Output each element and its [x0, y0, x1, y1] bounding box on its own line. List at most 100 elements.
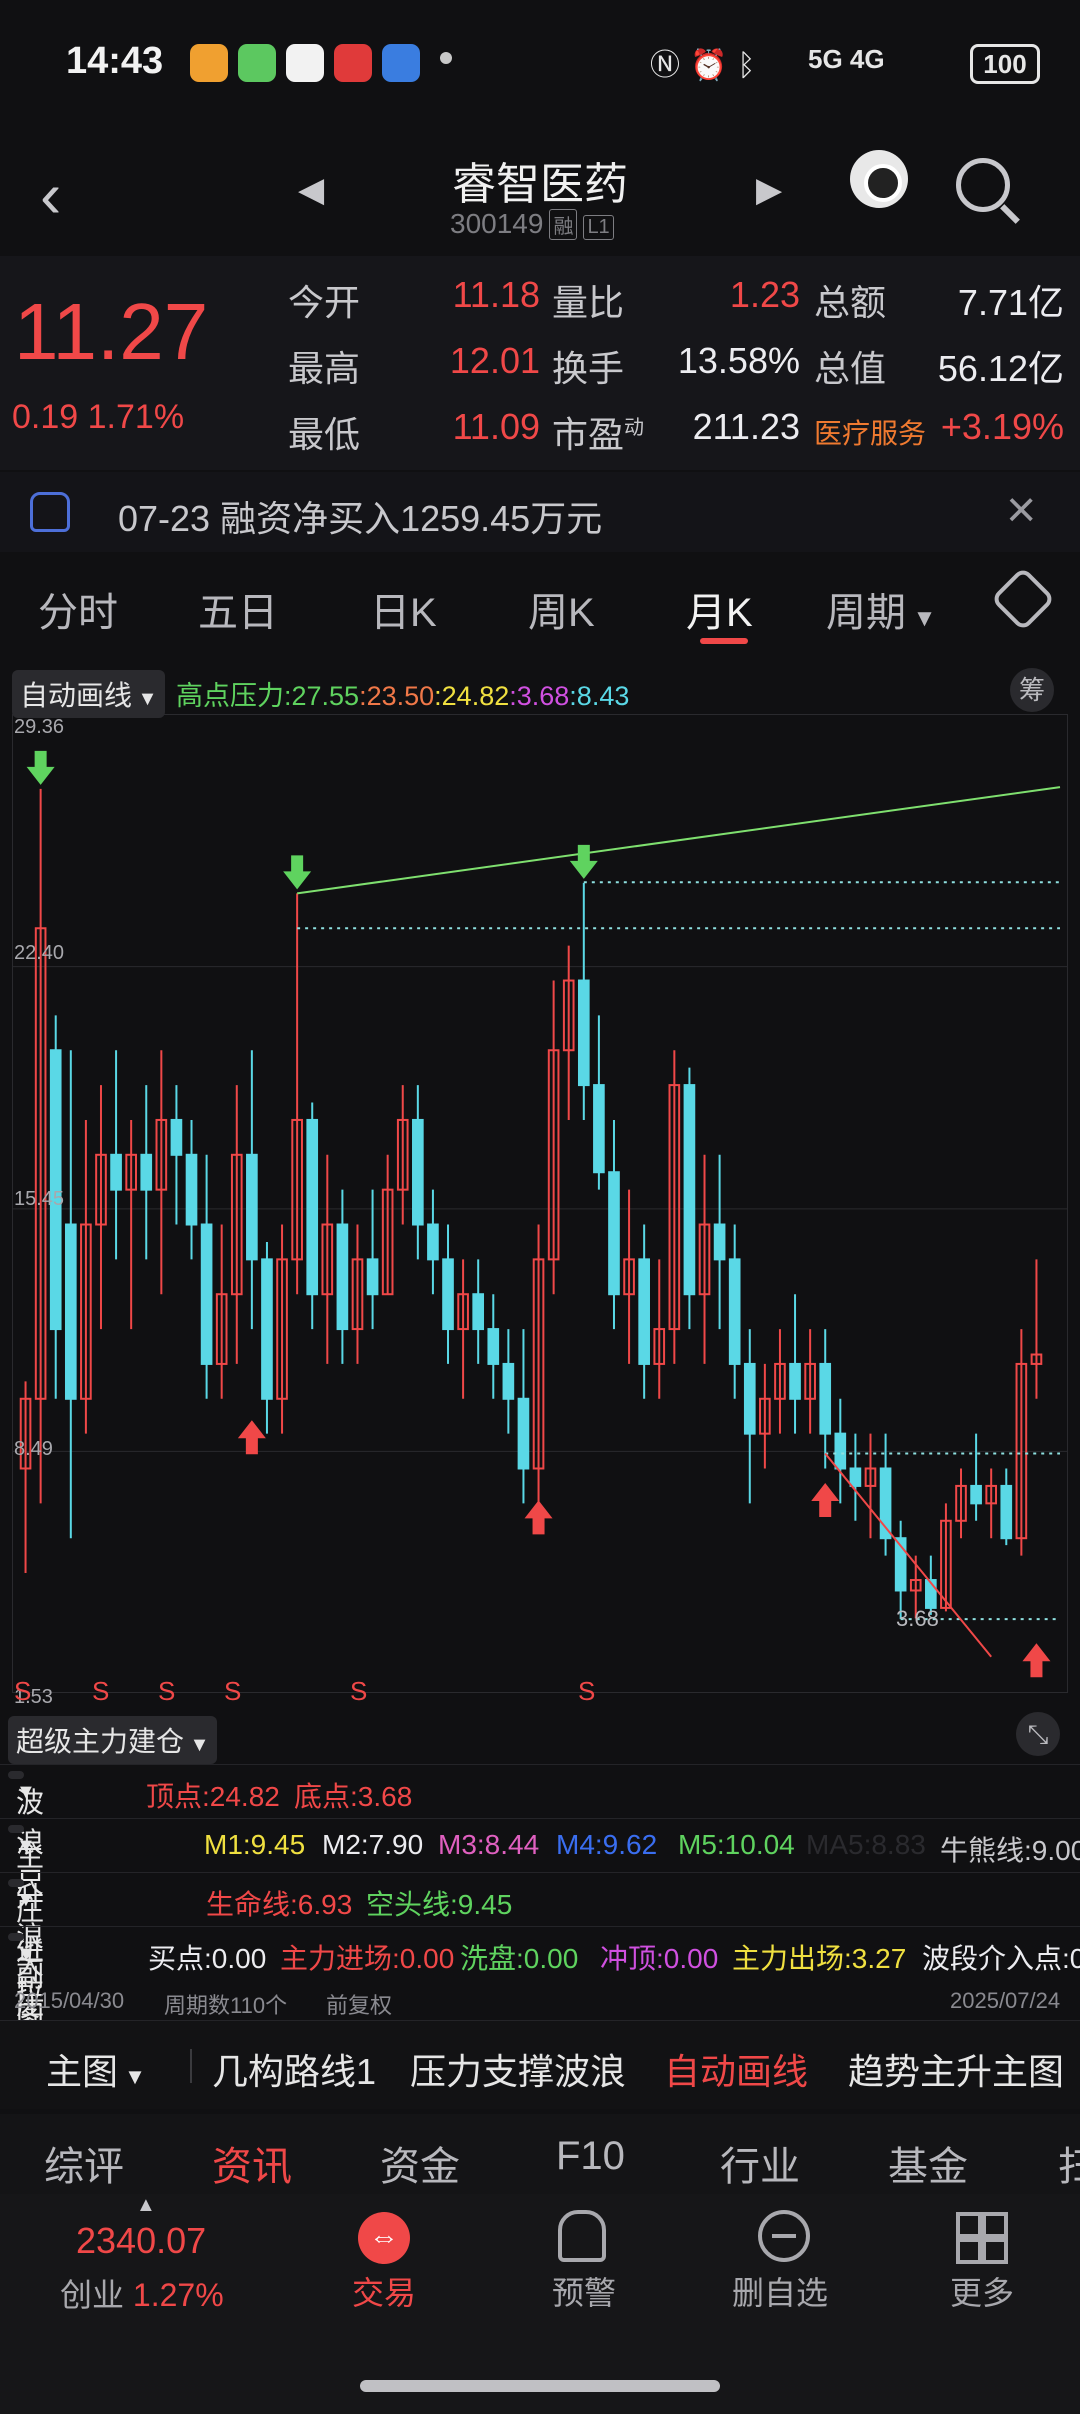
candle-body — [185, 1153, 198, 1226]
candle-body — [170, 1118, 183, 1156]
grid-icon[interactable] — [956, 2212, 1008, 2264]
sub-indicator-row: 大庄家 ▼ 买点:0.00 主力进场:0.00 洗盘:0.00 冲顶:0.00 … — [0, 1926, 1080, 2060]
sub-indicator-selector-zhuangjin[interactable]: 庄进拉升新 ▼ — [8, 1879, 44, 2086]
nav-delete[interactable]: 删自选 — [732, 2268, 828, 2314]
candle-body — [819, 1362, 832, 1435]
tab-more[interactable]: 扫 — [1058, 2134, 1080, 2192]
signal-indicator: 5G 4G — [808, 44, 885, 74]
toolbar-item-active[interactable]: 自动画线 — [664, 2043, 808, 2095]
candle-body — [713, 1223, 726, 1261]
tab-f10[interactable]: F10 — [556, 2134, 625, 2179]
settings-icon[interactable] — [990, 566, 1056, 632]
sector-link[interactable]: 医疗服务 — [814, 412, 926, 452]
resistance-line — [296, 786, 1061, 895]
remove-icon[interactable] — [758, 2210, 810, 2262]
index-info[interactable]: 创业 1.27% — [60, 2270, 224, 2316]
tab-five-day[interactable]: 五日 — [198, 580, 278, 638]
candle-body — [427, 1223, 439, 1261]
tab-summary[interactable]: 综评 — [44, 2134, 124, 2192]
candle-body — [412, 1118, 424, 1226]
main-chart-label: 主图 — [46, 2051, 119, 2092]
low-arrow-icon — [237, 1420, 266, 1455]
sub-indicator-name: 超级主力建仓 — [16, 1726, 185, 1757]
nav-more[interactable]: 更多 — [950, 2268, 1014, 2314]
candle-body — [140, 1153, 153, 1191]
sub-indicator-selector-chaoji[interactable]: 超级主力建仓 ▼ — [8, 1716, 218, 1764]
trade-icon[interactable]: ⇔ — [358, 2212, 410, 2264]
short-line-value: 空头线:9.45 — [366, 1889, 513, 1920]
volume-ratio-value: 1.23 — [729, 274, 800, 315]
bull-bear-value: 牛熊线:9.00 — [940, 1835, 1080, 1866]
next-stock-icon[interactable]: ▶ — [756, 170, 782, 210]
kline-svg — [12, 714, 1068, 1693]
notice-text[interactable]: 07-23 融资净买入1259.45万元 — [118, 490, 602, 542]
clock: 14:43 — [66, 40, 164, 82]
open-label: 今开 — [288, 282, 361, 323]
indicator-v2: :23.50 — [359, 681, 435, 711]
tab-funds[interactable]: 资金 — [380, 2134, 460, 2192]
sub-indicator-selector-zhusheng[interactable]: 主升浪副图 ▼ — [8, 1825, 44, 2032]
sub-indicator-selector-dazhuang[interactable]: 大庄家 ▼ — [8, 1933, 44, 2060]
alarm-icon: ⏰ — [690, 49, 738, 82]
search-icon[interactable] — [956, 158, 1010, 212]
index-value[interactable]: 2340.07 — [76, 2220, 206, 2262]
tab-fund[interactable]: 基金 — [888, 2134, 968, 2192]
open-value: 11.18 — [452, 274, 540, 315]
low-point-label: 3.68 — [896, 1606, 939, 1631]
close-icon[interactable]: × — [1006, 480, 1036, 540]
high-arrow-icon — [283, 855, 312, 890]
sub-indicator-row: 波浪尺 ▼ 顶点:24.82 底点:3.68 — [0, 1764, 1080, 1898]
candle-body — [743, 1362, 756, 1435]
index-pct: 1.27% — [132, 2277, 224, 2313]
chart-toolbar: 主图 ▼ 几构路线1 压力支撑波浪 自动画线 趋势主升主图 — [0, 2020, 1080, 2109]
candle-body — [1000, 1484, 1013, 1540]
indicator-selector[interactable]: 自动画线 ▼ — [12, 670, 166, 718]
toolbar-divider — [190, 2049, 192, 2083]
mascot-icon[interactable] — [850, 150, 908, 208]
main-entry-value: 主力进场:0.00 — [280, 1943, 455, 1974]
chip-distribution-button[interactable]: 筹 — [1010, 668, 1054, 712]
buy-point-value: 买点:0.00 — [148, 1943, 267, 1974]
toolbar-item[interactable]: 压力支撑波浪 — [410, 2043, 626, 2095]
nav-alert[interactable]: 预警 — [552, 2268, 616, 2314]
pe-dynamic-mark: 动 — [624, 417, 645, 439]
bell-icon[interactable] — [558, 2210, 606, 2262]
candle-body — [683, 1084, 696, 1296]
tab-intraday[interactable]: 分时 — [38, 580, 118, 638]
tab-industry[interactable]: 行业 — [720, 2134, 800, 2192]
sub-indicator-row: 主升浪副图 ▼ M1:9.45 M2:7.90 M3:8.44 M4:9.62 … — [0, 1818, 1080, 2032]
candle-body — [849, 1467, 862, 1487]
system-icons: Ⓝ⏰ᛒ — [650, 40, 765, 84]
sub-indicator-selector-boliang[interactable]: 波浪尺 ▼ — [8, 1771, 44, 1898]
start-date: 2015/04/30 — [14, 1988, 125, 2013]
candle-body — [246, 1153, 258, 1261]
toolbar-item[interactable]: 几构路线1 — [212, 2043, 376, 2095]
sector-change: +3.19% — [940, 406, 1064, 447]
candle-body — [472, 1293, 485, 1331]
candle-body — [64, 1223, 77, 1400]
message-icon — [238, 44, 276, 82]
candle-body — [110, 1153, 122, 1191]
low-label: 最低 — [288, 414, 361, 455]
tab-weekly-k[interactable]: 周K — [528, 580, 595, 638]
main-chart-selector[interactable]: 主图 ▼ — [46, 2043, 146, 2095]
home-indicator[interactable] — [360, 2380, 720, 2392]
tab-period[interactable]: 周期 ▼ — [826, 580, 936, 638]
chevron-down-icon: ▼ — [118, 2064, 146, 2089]
tab-news[interactable]: 资讯 — [212, 2134, 292, 2192]
change-pct: 1.71% — [87, 398, 185, 436]
adjust-mode[interactable]: 前复权 — [326, 1988, 392, 2020]
chevron-down-icon: ▼ — [16, 1889, 36, 1911]
candle-body — [608, 1171, 620, 1296]
expand-icon[interactable]: ⤡ — [1016, 1712, 1060, 1756]
kline-chart[interactable]: 29.36 22.40 15.45 8.49 1.53 S S S S S S … — [12, 714, 1068, 1712]
m1-value: M1:9.45 — [204, 1829, 306, 1860]
high-arrow-icon — [26, 750, 55, 785]
end-date: 2025/07/24 — [950, 1988, 1061, 2013]
chevron-up-icon[interactable]: ▲ — [136, 2194, 156, 2217]
tab-monthly-k[interactable]: 月K — [686, 580, 753, 638]
tab-daily-k[interactable]: 日K — [370, 580, 437, 638]
toolbar-item[interactable]: 趋势主升主图 — [848, 2043, 1064, 2095]
notice-bar[interactable]: 07-23 融资净买入1259.45万元 × — [0, 472, 1080, 552]
nav-trade[interactable]: 交易 — [352, 2268, 416, 2314]
